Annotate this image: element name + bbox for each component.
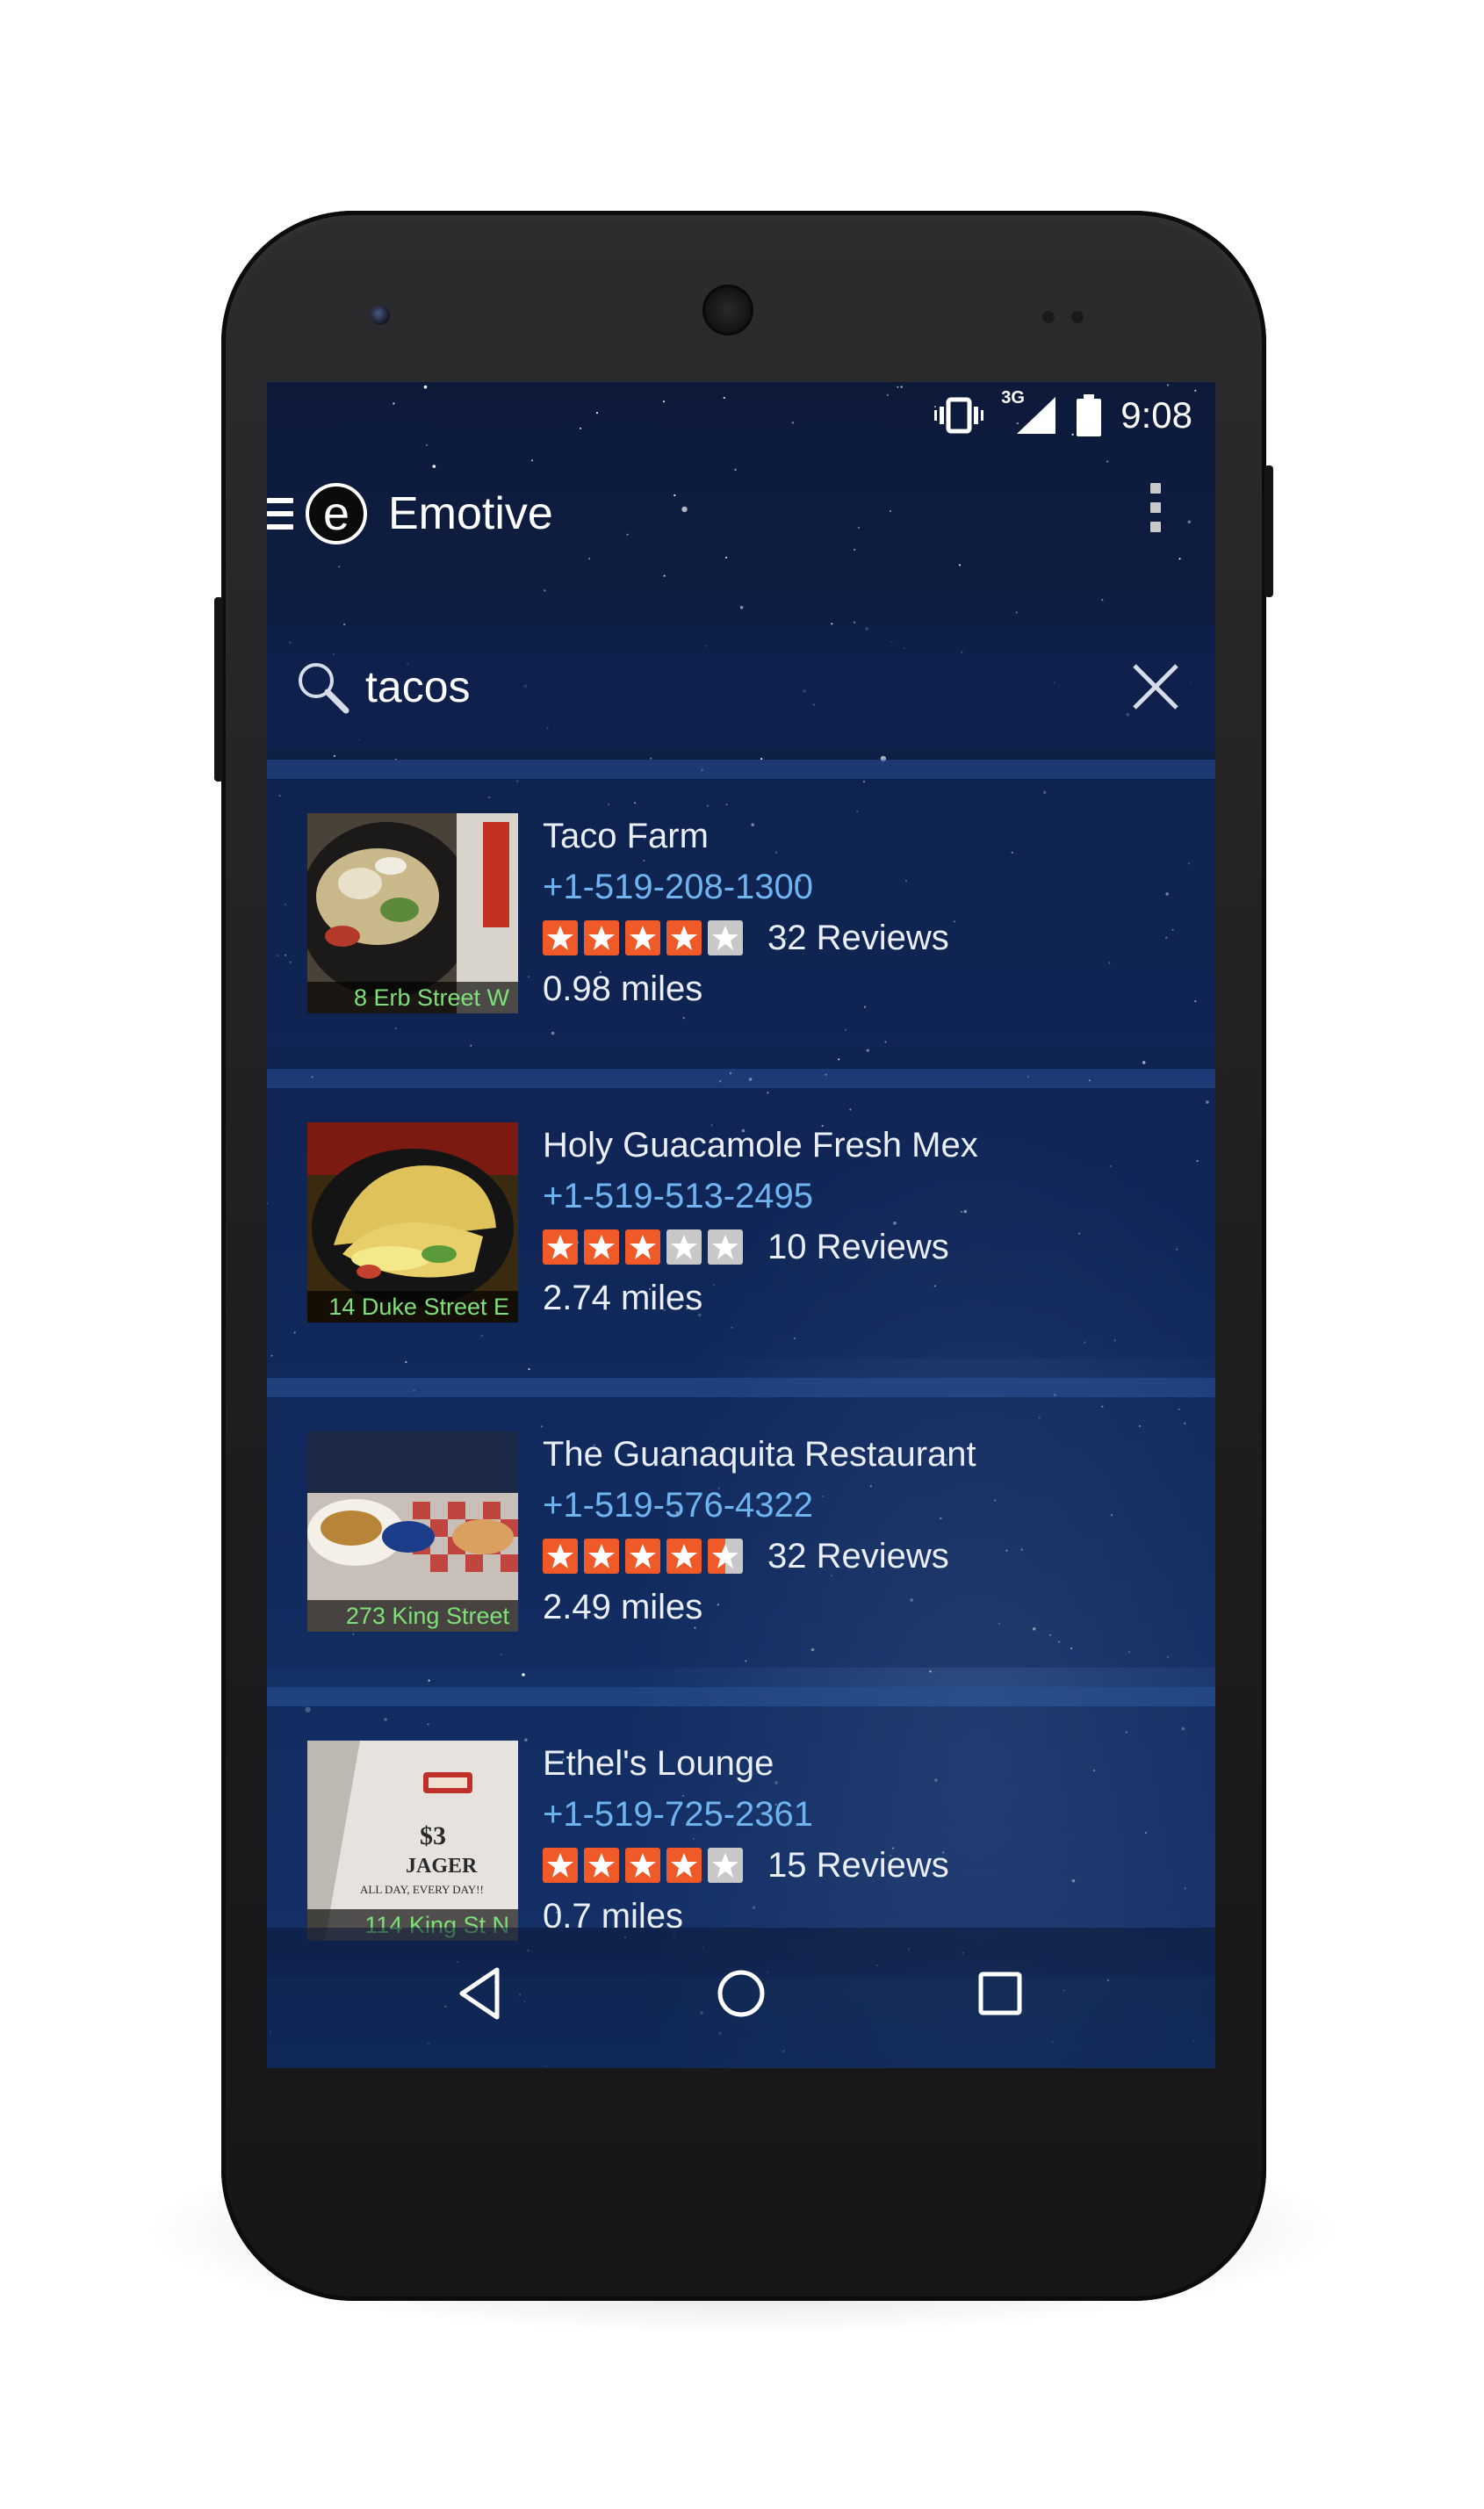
phone-link[interactable]: +1-519-513-2495	[543, 1171, 978, 1222]
light-sensor	[1071, 311, 1084, 323]
star-dot	[838, 1058, 840, 1061]
star-filled-icon	[584, 920, 619, 955]
restaurant-name[interactable]: Holy Guacamole Fresh Mex	[543, 1120, 978, 1171]
menu-icon[interactable]	[267, 498, 293, 530]
volume-button	[214, 597, 223, 782]
distance: 0.98 miles	[543, 970, 703, 1008]
star-dot	[1015, 611, 1018, 614]
app-bar: e Emotive	[267, 448, 1215, 580]
phone-screen: 3G 9:08 e Emotive tacos 8 Erb Street W T…	[267, 382, 1215, 2068]
star-filled-icon	[543, 1848, 578, 1883]
review-count[interactable]: 15 Reviews	[767, 1846, 949, 1885]
distance: 2.74 miles	[543, 1279, 703, 1317]
search-icon[interactable]	[295, 660, 349, 714]
restaurant-photo[interactable]: 273 King Street	[307, 1431, 518, 1632]
signal-icon: 3G	[1001, 388, 1057, 436]
star-dot	[1101, 599, 1104, 602]
address-label: 273 King Street	[307, 1600, 518, 1632]
star-rating	[543, 1848, 743, 1883]
status-time: 9:08	[1120, 393, 1192, 436]
star-filled-icon	[666, 1848, 702, 1883]
power-button	[1264, 465, 1273, 597]
front-camera	[371, 306, 390, 325]
star-empty-icon	[708, 1229, 743, 1265]
star-filled-icon	[625, 1848, 660, 1883]
star-rating	[543, 1539, 743, 1574]
star-filled-icon	[666, 920, 702, 955]
search-bar[interactable]: tacos	[267, 625, 1215, 748]
photo-tagline-text: ALL DAY, EVERY DAY!!	[360, 1883, 484, 1896]
star-dot	[544, 589, 546, 592]
photo-brand-text: JAGER	[406, 1855, 478, 1878]
vibrate-icon	[934, 397, 984, 433]
phone-link[interactable]: +1-519-725-2361	[543, 1789, 949, 1840]
address-label: 8 Erb Street W	[307, 982, 518, 1013]
logo-letter: e	[322, 487, 350, 540]
result-item[interactable]: 8 Erb Street W Taco Farm +1-519-208-1300…	[267, 760, 1215, 1049]
star-half-icon	[708, 1539, 743, 1574]
phone-link[interactable]: +1-519-576-4322	[543, 1480, 976, 1531]
overflow-menu-icon[interactable]	[1150, 483, 1161, 532]
restaurant-name[interactable]: Ethel's Lounge	[543, 1738, 949, 1789]
star-filled-icon	[543, 1229, 578, 1265]
star-filled-icon	[543, 920, 578, 955]
address-label: 14 Duke Street E	[307, 1291, 518, 1323]
star-filled-icon	[584, 1229, 619, 1265]
star-filled-icon	[666, 1539, 702, 1574]
proximity-sensor	[1042, 311, 1055, 323]
phone-link[interactable]: +1-519-208-1300	[543, 862, 949, 912]
navigation-bar	[267, 1928, 1215, 2068]
star-filled-icon	[543, 1539, 578, 1574]
star-dot	[929, 1670, 932, 1673]
app-title: Emotive	[388, 488, 553, 539]
app-logo[interactable]: e	[306, 483, 367, 544]
star-filled-icon	[625, 1229, 660, 1265]
star-dot	[333, 754, 335, 757]
status-bar: 3G 9:08	[267, 382, 1215, 448]
review-count[interactable]: 32 Reviews	[767, 1537, 949, 1576]
star-dot	[428, 1679, 430, 1682]
back-icon[interactable]	[451, 1963, 513, 2024]
star-dot	[405, 1360, 407, 1364]
star-rating	[543, 1229, 743, 1265]
star-dot	[854, 621, 856, 624]
restaurant-photo[interactable]: $3 JAGER ALL DAY, EVERY DAY!! 114 King S…	[307, 1741, 518, 1941]
restaurant-name[interactable]: The Guanaquita Restaurant	[543, 1429, 976, 1480]
recents-icon[interactable]	[969, 1963, 1031, 2024]
review-count[interactable]: 10 Reviews	[767, 1228, 949, 1267]
battery-icon	[1077, 393, 1102, 436]
earpiece-speaker	[702, 285, 753, 335]
review-count[interactable]: 32 Reviews	[767, 919, 949, 958]
search-input[interactable]: tacos	[365, 661, 471, 712]
distance: 2.49 miles	[543, 1588, 703, 1626]
photo-price-text: $3	[420, 1821, 446, 1850]
star-rating	[543, 920, 743, 955]
star-filled-icon	[625, 920, 660, 955]
result-item[interactable]: 273 King Street The Guanaquita Restauran…	[267, 1378, 1215, 1668]
star-empty-icon	[708, 1848, 743, 1883]
home-icon[interactable]	[710, 1963, 772, 2024]
star-empty-icon	[708, 920, 743, 955]
star-filled-icon	[584, 1848, 619, 1883]
star-dot	[528, 1367, 530, 1371]
star-filled-icon	[625, 1539, 660, 1574]
restaurant-photo[interactable]: 14 Duke Street E	[307, 1122, 518, 1323]
restaurant-name[interactable]: Taco Farm	[543, 811, 949, 862]
star-empty-icon	[666, 1229, 702, 1265]
result-item[interactable]: 14 Duke Street E Holy Guacamole Fresh Me…	[267, 1069, 1215, 1359]
star-dot	[1142, 1061, 1146, 1064]
restaurant-photo[interactable]: 8 Erb Street W	[307, 813, 518, 1013]
star-filled-icon	[584, 1539, 619, 1574]
star-dot	[522, 1673, 525, 1676]
clear-icon[interactable]	[1131, 662, 1180, 711]
star-dot	[739, 605, 744, 609]
